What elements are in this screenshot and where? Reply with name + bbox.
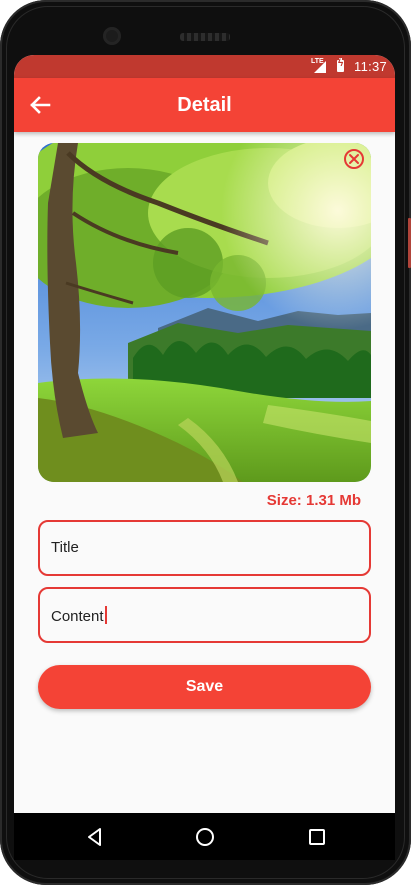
landscape-photo[interactable] xyxy=(38,143,371,482)
signal-icon xyxy=(314,61,326,73)
title-input-value: Title xyxy=(51,539,79,556)
charging-icon: ϟ xyxy=(338,58,344,69)
photo-image xyxy=(38,143,371,482)
status-time: 11:37 xyxy=(354,59,388,74)
earpiece-speaker xyxy=(180,33,230,41)
remove-image-button[interactable] xyxy=(343,148,365,170)
image-size-label: Size: 1.31 Mb xyxy=(266,492,361,509)
page-title: Detail xyxy=(177,94,232,116)
close-circle-icon xyxy=(344,149,364,169)
phone-frame: LTE ϟ 11:37 Detail Size: 1.31 Mb Title C… xyxy=(0,0,411,885)
save-button[interactable]: Save xyxy=(38,665,371,709)
square-recents-icon[interactable] xyxy=(306,826,328,848)
system-nav-bar xyxy=(14,813,395,860)
title-field[interactable]: Title xyxy=(38,520,371,576)
content-input-value: Content xyxy=(51,608,104,625)
content-input-wrapper: Content xyxy=(51,606,107,625)
circle-home-icon[interactable] xyxy=(194,826,216,848)
triangle-back-icon[interactable] xyxy=(84,826,106,848)
text-cursor xyxy=(104,606,107,624)
status-bar: LTE ϟ 11:37 xyxy=(14,55,395,78)
app-bar: Detail xyxy=(14,78,395,132)
front-camera xyxy=(103,27,121,45)
app-screen: LTE ϟ 11:37 Detail Size: 1.31 Mb Title C… xyxy=(14,55,395,813)
content-field[interactable]: Content xyxy=(38,587,371,643)
